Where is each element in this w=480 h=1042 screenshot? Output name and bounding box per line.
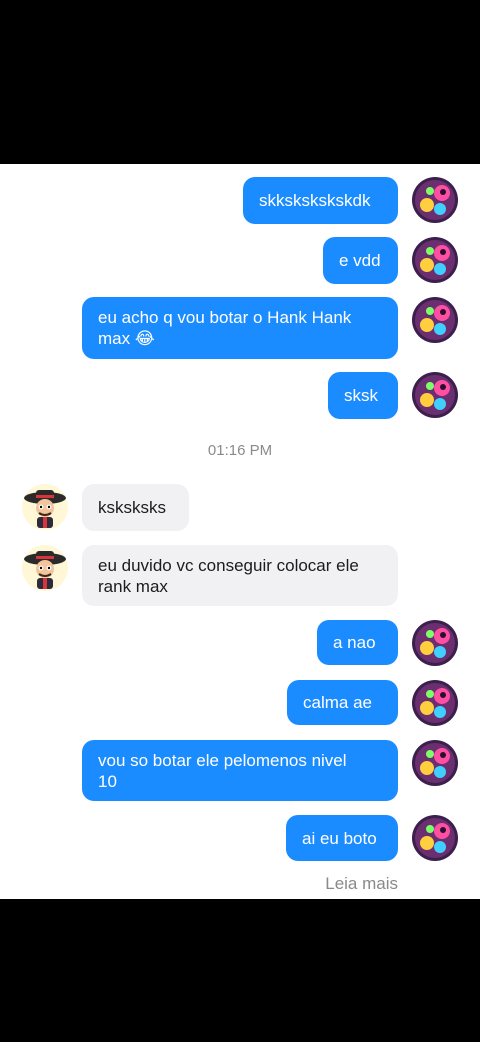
user-avatar-icon[interactable] — [412, 297, 458, 343]
user-avatar-icon[interactable] — [412, 620, 458, 666]
message-bubble-outgoing[interactable]: ai eu boto — [286, 815, 398, 861]
read-more-link[interactable]: Leia mais — [325, 874, 398, 894]
top-black-bar — [0, 0, 480, 164]
message-bubble-outgoing[interactable]: vou so botar ele pelomenos nivel 10 — [82, 740, 398, 801]
contact-avatar-icon[interactable] — [22, 484, 68, 530]
user-avatar-icon[interactable] — [412, 177, 458, 223]
user-avatar-icon[interactable] — [412, 237, 458, 283]
user-avatar-icon[interactable] — [412, 680, 458, 726]
message-timestamp: 01:16 PM — [207, 442, 273, 459]
message-bubble-incoming[interactable]: eu duvido vc conseguir colocar ele rank … — [82, 545, 398, 606]
message-bubble-incoming[interactable]: ksksksks — [82, 484, 189, 531]
message-bubble-outgoing[interactable]: skkskskskskdk — [243, 177, 398, 224]
contact-avatar-icon[interactable] — [22, 545, 68, 591]
right-strip — [472, 164, 480, 899]
message-bubble-outgoing[interactable]: sksk — [328, 372, 398, 419]
message-bubble-outgoing[interactable]: eu acho q vou botar o Hank Hank max 😂 — [82, 297, 398, 359]
message-bubble-outgoing[interactable]: a nao — [317, 620, 398, 665]
user-avatar-icon[interactable] — [412, 815, 458, 861]
message-bubble-outgoing[interactable]: calma ae — [287, 680, 398, 725]
bottom-black-bar — [0, 899, 480, 1042]
message-bubble-outgoing[interactable]: e vdd — [323, 237, 398, 284]
user-avatar-icon[interactable] — [412, 372, 458, 418]
user-avatar-icon[interactable] — [412, 740, 458, 786]
